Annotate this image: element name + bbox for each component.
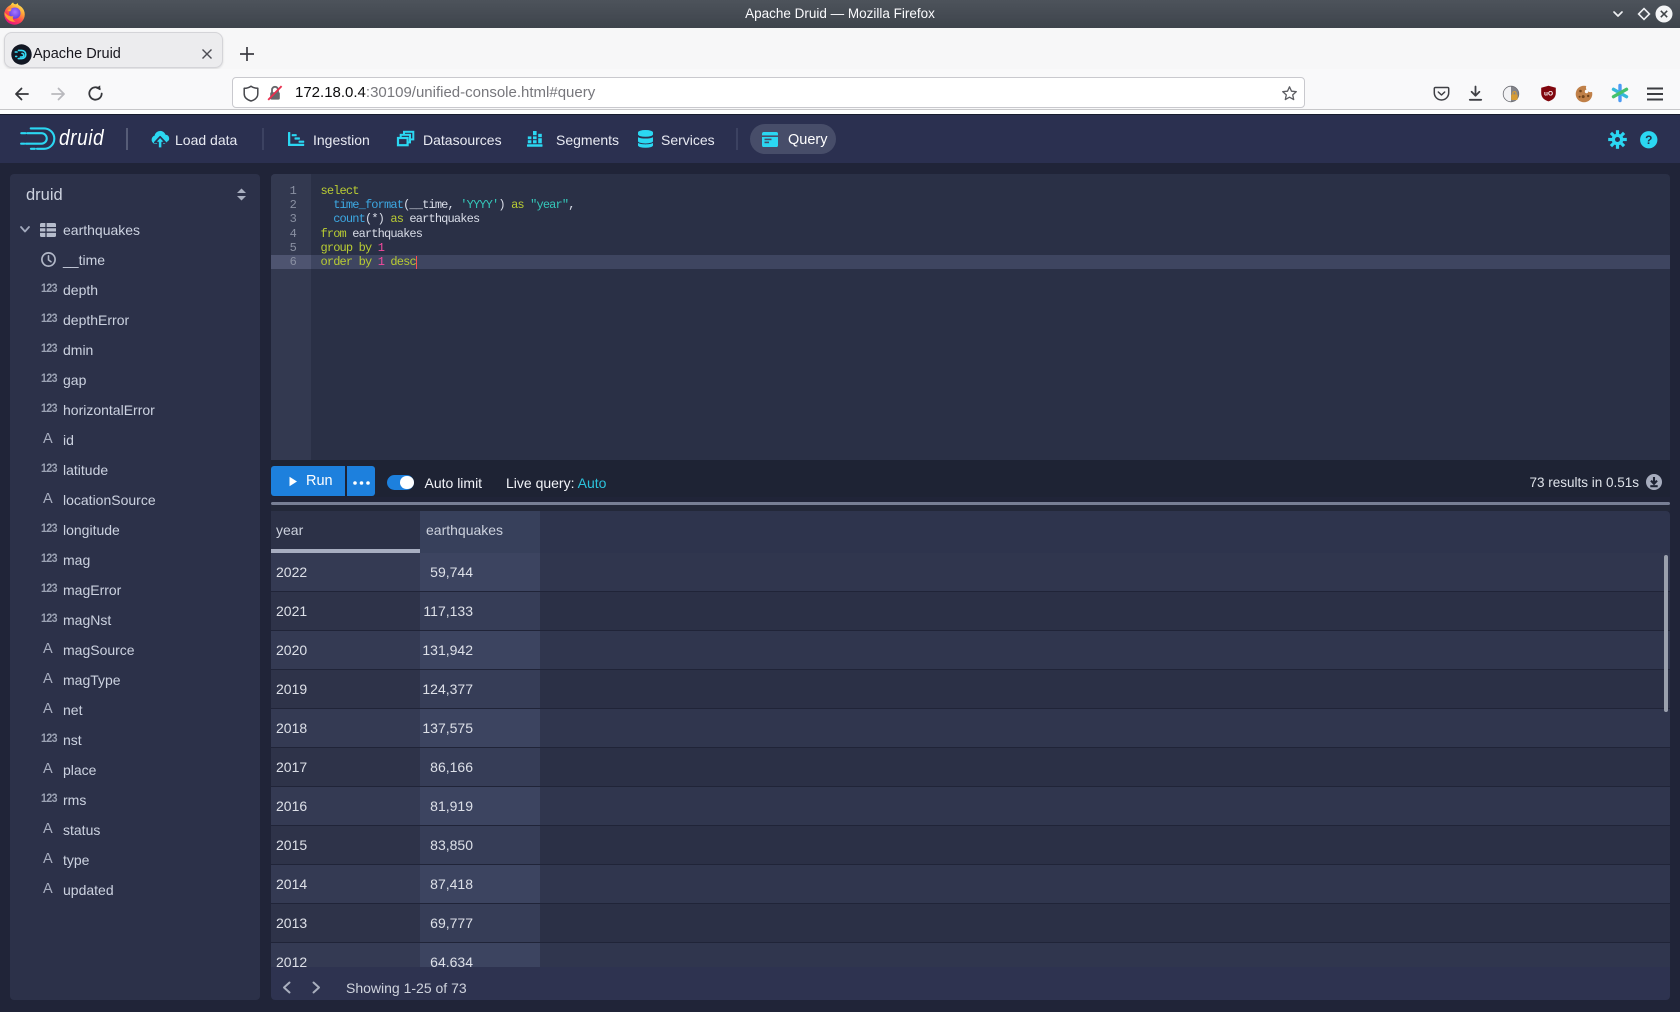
svg-text:?: ? — [1645, 133, 1652, 147]
svg-text:uO: uO — [1544, 91, 1553, 98]
